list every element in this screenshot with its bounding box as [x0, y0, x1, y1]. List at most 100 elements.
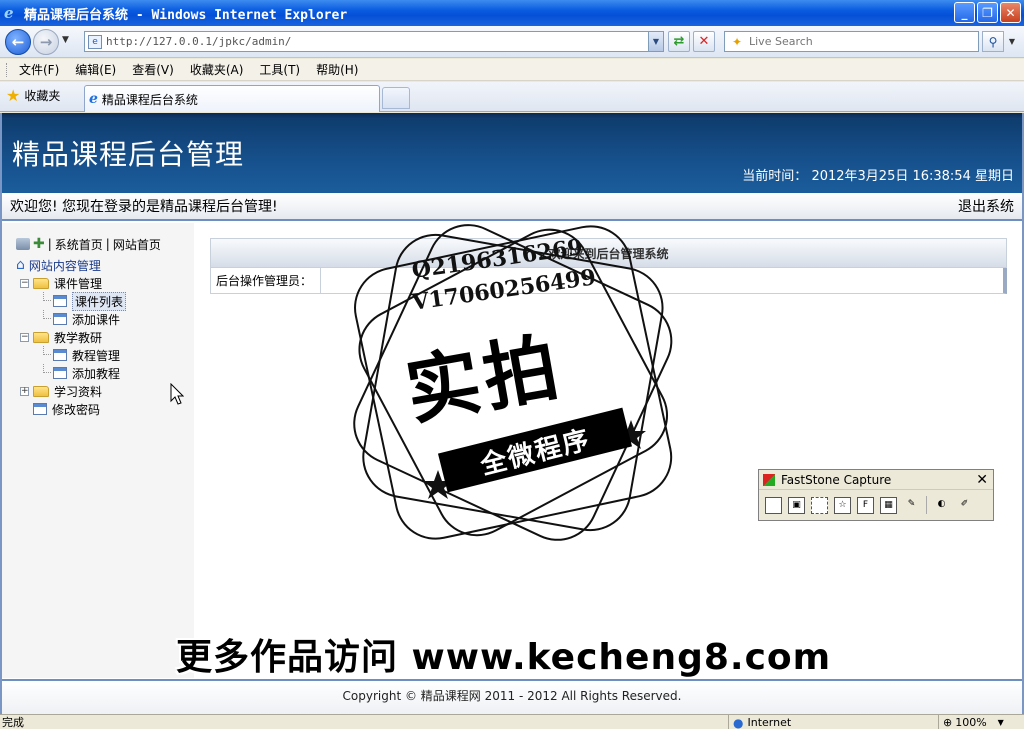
- home-icon: ⌂: [16, 257, 25, 273]
- mouse-cursor-icon: [170, 383, 184, 405]
- chevron-down-icon: ▼: [997, 718, 1004, 727]
- page-icon: [53, 313, 67, 325]
- capture-freehand-icon[interactable]: ☆: [834, 496, 851, 514]
- ie-logo-icon: e: [4, 4, 14, 22]
- new-tab-button[interactable]: [382, 87, 410, 109]
- sep-2: |: [105, 237, 110, 251]
- arrow-left-icon: ←: [11, 33, 25, 51]
- promo-overlay: 更多作品访问 www.kecheng8.com: [176, 637, 832, 678]
- tree-item-add-courseware[interactable]: 添加课件: [16, 310, 194, 328]
- toolbar-grip: [6, 62, 9, 77]
- address-field[interactable]: e http://127.0.0.1/jpkc/admin/ ▼: [84, 31, 664, 52]
- magnifier-icon: ⚲: [988, 34, 998, 49]
- zoom-control[interactable]: ⊕ 100% ▼: [938, 715, 1004, 729]
- refresh-icon: ⇄: [673, 34, 685, 49]
- tree-node-courseware[interactable]: − 课件管理: [16, 274, 194, 292]
- faststone-title: FastStone Capture: [781, 472, 892, 487]
- expand-icon[interactable]: +: [20, 386, 29, 396]
- time-value: 2012年3月25日 16:38:54 星期日: [811, 169, 1014, 184]
- window-titlebar: e 精品课程后台系统 - Windows Internet Explorer _…: [0, 0, 1024, 26]
- status-text: 完成: [2, 716, 24, 729]
- capture-scrolling-icon[interactable]: ▦: [880, 496, 897, 514]
- tree-item-change-password[interactable]: 修改密码: [16, 400, 194, 418]
- ie-page-icon: e: [89, 91, 98, 107]
- site-header: 精品课程后台管理 当前时间： 2012年3月25日 16:38:54 星期日: [2, 113, 1022, 193]
- tree-label: 学习资料: [54, 384, 103, 399]
- close-button[interactable]: ✕: [1000, 2, 1021, 23]
- tree-root-label: 网站内容管理: [28, 258, 101, 273]
- page-icon: [53, 349, 67, 361]
- menu-tools[interactable]: 工具(T): [259, 61, 300, 78]
- settings-icon[interactable]: ✐: [956, 497, 973, 514]
- tree-node-teaching[interactable]: − 教学教研: [16, 328, 194, 346]
- menu-view[interactable]: 查看(V): [132, 61, 174, 78]
- system-icon: [16, 238, 30, 250]
- folder-open-icon: [33, 331, 49, 343]
- search-field[interactable]: ✦: [724, 31, 979, 52]
- menu-edit[interactable]: 编辑(E): [75, 61, 116, 78]
- history-dropdown-button[interactable]: ▼: [62, 35, 69, 45]
- live-search-icon: ✦: [731, 34, 743, 49]
- search-go-button[interactable]: ⚲: [982, 31, 1004, 52]
- back-button[interactable]: ←: [5, 29, 31, 55]
- page-icon: [53, 295, 67, 307]
- window-title: 精品课程后台系统 - Windows Internet Explorer: [24, 7, 348, 23]
- logout-link[interactable]: 退出系统: [958, 196, 1014, 216]
- capture-object-icon[interactable]: ▣: [788, 496, 805, 514]
- tree-label: 课件管理: [54, 276, 103, 291]
- faststone-titlebar: FastStone Capture ✕: [759, 470, 993, 490]
- forward-button[interactable]: →: [33, 29, 59, 55]
- capture-fullscreen-icon[interactable]: F: [857, 496, 874, 514]
- refresh-button[interactable]: ⇄: [668, 31, 690, 52]
- tree-label: 课件列表: [72, 291, 127, 311]
- collapse-icon[interactable]: −: [20, 332, 29, 342]
- system-home-link[interactable]: 系统首页: [55, 236, 103, 253]
- tab-active[interactable]: e 精品课程后台系统: [84, 85, 380, 112]
- menu-help[interactable]: 帮助(H): [316, 61, 358, 78]
- tree-label: 添加课件: [72, 312, 121, 327]
- color-picker-icon[interactable]: ✎: [903, 497, 920, 514]
- zoom-icon: ⊕: [943, 716, 953, 729]
- menu-favorites[interactable]: 收藏夹(A): [190, 61, 244, 78]
- capture-window-icon[interactable]: [765, 496, 782, 514]
- collapse-icon[interactable]: −: [20, 278, 29, 288]
- faststone-close-button[interactable]: ✕: [976, 472, 988, 488]
- url-text[interactable]: http://127.0.0.1/jpkc/admin/: [106, 35, 648, 48]
- site-home-link[interactable]: 网站首页: [113, 236, 161, 253]
- page-icon: e: [88, 34, 102, 49]
- capture-region-icon[interactable]: [811, 496, 828, 514]
- tree-item-tutorial-manage[interactable]: 教程管理: [16, 346, 194, 364]
- site-footer: Copyright © 精品课程网 2011 - 2012 All Rights…: [2, 679, 1022, 714]
- address-dropdown-button[interactable]: ▼: [648, 32, 663, 51]
- favorites-button[interactable]: ★ 收藏夹: [6, 87, 60, 104]
- stop-button[interactable]: ✕: [693, 31, 715, 52]
- header-stripe: [2, 113, 1022, 119]
- output-options-icon[interactable]: ◐: [933, 497, 950, 514]
- arrow-right-icon: →: [39, 33, 53, 51]
- window-controls: _ ❐ ✕: [954, 2, 1021, 23]
- security-zone[interactable]: ● Internet: [728, 715, 791, 729]
- globe-icon: ●: [733, 715, 744, 729]
- sidebar-quick-links: ✚ | 系统首页 | 网站首页: [16, 235, 194, 253]
- tree-node-materials[interactable]: + 学习资料: [16, 382, 194, 400]
- tree-root[interactable]: ⌂ 网站内容管理: [16, 256, 194, 274]
- folder-icon: [33, 385, 49, 397]
- search-options-button[interactable]: ▼: [1005, 31, 1019, 52]
- minimize-button[interactable]: _: [954, 2, 975, 23]
- menu-file[interactable]: 文件(F): [19, 61, 59, 78]
- tree-item-add-tutorial[interactable]: 添加教程: [16, 364, 194, 382]
- add-icon: ✚: [33, 236, 45, 252]
- search-input[interactable]: [749, 35, 978, 48]
- tab-bar: ★ 收藏夹 e 精品课程后台系统: [0, 82, 1024, 112]
- tree-item-courseware-list[interactable]: 课件列表: [16, 291, 194, 311]
- tab-label: 精品课程后台系统: [101, 92, 198, 107]
- tree-label: 修改密码: [52, 402, 101, 417]
- faststone-capture-panel: FastStone Capture ✕ ▣ ☆ F ▦ ✎ ◐ ✐: [758, 469, 994, 521]
- time-label: 当前时间：: [742, 169, 808, 184]
- faststone-logo-icon: [763, 473, 775, 486]
- folder-open-icon: [33, 277, 49, 289]
- welcome-text: 欢迎您! 您现在登录的是精品课程后台管理!: [10, 199, 278, 215]
- page-icon: [53, 367, 67, 379]
- maximize-button[interactable]: ❐: [977, 2, 998, 23]
- site-title: 精品课程后台管理: [12, 138, 245, 171]
